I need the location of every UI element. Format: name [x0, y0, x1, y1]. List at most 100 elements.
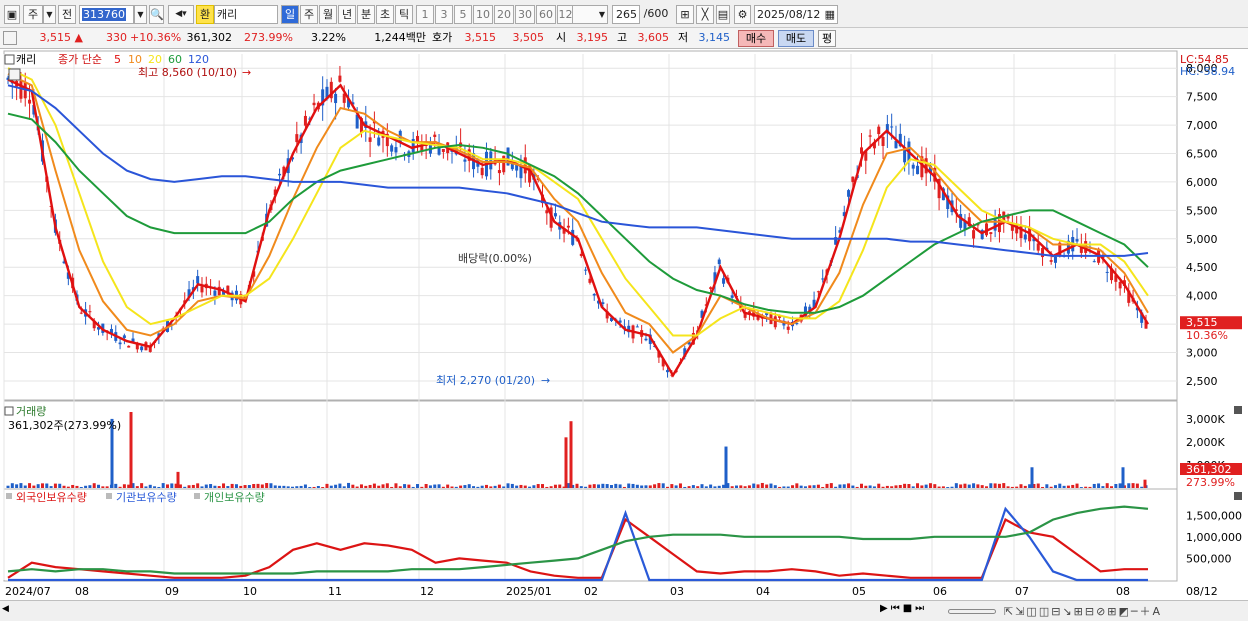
volume-bar	[584, 486, 588, 488]
interval-tab-1[interactable]: 1	[416, 5, 434, 24]
scroll-left-icon[interactable]: ◀	[2, 604, 9, 614]
volume-bar	[291, 486, 294, 488]
chart-area: 2024/07 08 09 10 11 12 2025/01 02 03 04 05 06 07 08 08…	[0, 49, 1248, 601]
volume-bar	[541, 484, 545, 488]
price-tick-label: 4,000	[1186, 290, 1218, 303]
volume-bar	[105, 486, 109, 488]
volume-bar	[864, 485, 868, 488]
grid-table-icon[interactable]	[8, 68, 21, 81]
volume-bar	[868, 485, 872, 488]
stock-code-input[interactable]: 313760	[79, 5, 134, 24]
volume-bar	[860, 483, 863, 488]
volume-bar	[209, 484, 213, 488]
high-label: 고	[617, 31, 628, 44]
candle-body	[127, 345, 131, 348]
period-tab-2[interactable]: 월	[319, 5, 337, 24]
volume-bar	[881, 486, 885, 488]
volume-bar	[928, 483, 932, 488]
prev-button[interactable]: 전	[58, 5, 76, 24]
line-tool-icon[interactable]: ╳	[696, 5, 714, 24]
ma-label: 종가 단순	[58, 53, 102, 66]
period-tab-6[interactable]: 틱	[395, 5, 413, 24]
stock-code-value: 313760	[82, 8, 126, 21]
stock-name-input[interactable]: 캐리	[214, 5, 278, 24]
playback-controls[interactable]: ▶⏮■⏭	[880, 603, 927, 614]
interval-tab-3[interactable]: 3	[435, 5, 453, 24]
interval-tab-5[interactable]: 5	[454, 5, 472, 24]
chevron-down-icon[interactable]: ▼	[134, 5, 147, 24]
volume-bar	[877, 483, 881, 488]
save-icon[interactable]: ▤	[716, 5, 730, 24]
price-tick-label: 2,500	[1186, 375, 1218, 388]
chevron-down-icon[interactable]: ▼	[43, 5, 56, 24]
volume-bar	[765, 484, 769, 488]
panel-close-icon[interactable]	[1234, 406, 1242, 414]
window-icon[interactable]: ▣	[4, 5, 20, 24]
volume-bar	[885, 485, 889, 488]
volume-bar	[252, 483, 256, 488]
sell-button[interactable]: 매도	[778, 30, 814, 47]
volume-bar	[316, 485, 320, 488]
gear-icon[interactable]: ⚙	[734, 5, 751, 24]
volume-bar	[476, 486, 480, 488]
volume-bar	[898, 484, 902, 488]
x-tick-label: 2024/07	[5, 585, 51, 598]
interval-select[interactable]: ▼	[572, 5, 608, 24]
sound-icon[interactable]: ◀▾	[168, 5, 194, 24]
period-tab-5[interactable]: 초	[376, 5, 394, 24]
period-tab-3[interactable]: 년	[338, 5, 356, 24]
volume-bar	[308, 487, 312, 488]
period-tab-4[interactable]: 분	[357, 5, 375, 24]
volume-bar	[1079, 487, 1083, 488]
holding-legend-1: 기관보유수량	[116, 491, 177, 504]
volume-bar	[450, 486, 454, 488]
chart-scrollbar[interactable]: ◀ ▶⏮■⏭ ⇱⇲◫◫⊟↘⊞⊟⊘⊞◩─＋A	[0, 600, 1248, 621]
candle-body	[1019, 225, 1023, 239]
period-tab-1[interactable]: 주	[300, 5, 318, 24]
volume-bar	[515, 485, 519, 488]
buy-button[interactable]: 매수	[738, 30, 774, 47]
calendar-icon[interactable]: ▦	[825, 6, 835, 23]
interval-tab-10[interactable]: 10	[473, 5, 493, 24]
interval-tab-60[interactable]: 60	[536, 5, 556, 24]
date-input[interactable]: 2025/08/12 ▦	[754, 5, 838, 24]
avg-button[interactable]: 평	[818, 30, 836, 47]
volume-bar	[786, 486, 790, 488]
period-tab-0[interactable]: 일	[281, 5, 299, 24]
volume-bar	[433, 484, 437, 488]
volume-bar	[217, 486, 221, 488]
count-input[interactable]: 265	[612, 5, 640, 24]
volume-bar	[545, 486, 549, 488]
candle-body	[989, 232, 993, 235]
market-select[interactable]: 주	[23, 5, 43, 24]
candle-body	[916, 165, 920, 175]
holding-tick-label: 500,000	[1186, 552, 1232, 565]
volume-bar	[321, 487, 325, 488]
volume-peak-bar	[129, 412, 133, 488]
checkbox-icon[interactable]	[3, 31, 17, 45]
volume-bar	[1118, 483, 1122, 488]
compare-icon[interactable]: ⊞	[676, 5, 694, 24]
volume-peak-bar	[1030, 467, 1034, 488]
volume-peak-bar	[569, 421, 573, 488]
candle-body	[635, 326, 639, 328]
volume-bar	[691, 485, 695, 488]
volume-bar	[213, 485, 217, 488]
volume-bar	[359, 484, 363, 488]
volume-bar	[355, 486, 359, 488]
panel-close-icon[interactable]	[1234, 492, 1242, 500]
chart-tools-icons[interactable]: ⇱⇲◫◫⊟↘⊞⊟⊘⊞◩─＋A	[1004, 603, 1162, 619]
x-tick-label: 07	[1015, 585, 1029, 598]
interval-tab-30[interactable]: 30	[515, 5, 535, 24]
interval-tab-20[interactable]: 20	[494, 5, 514, 24]
volume-bar	[609, 485, 613, 488]
volume-bar	[661, 483, 665, 488]
scroll-thumb[interactable]	[948, 609, 996, 614]
search-icon[interactable]: 🔍	[149, 5, 164, 24]
volume-bar	[71, 484, 75, 488]
candle-body	[441, 148, 445, 152]
volume-bar	[459, 485, 463, 488]
volume-bar	[403, 484, 407, 488]
volume-bar	[1049, 486, 1053, 488]
volume-bar	[666, 486, 670, 488]
